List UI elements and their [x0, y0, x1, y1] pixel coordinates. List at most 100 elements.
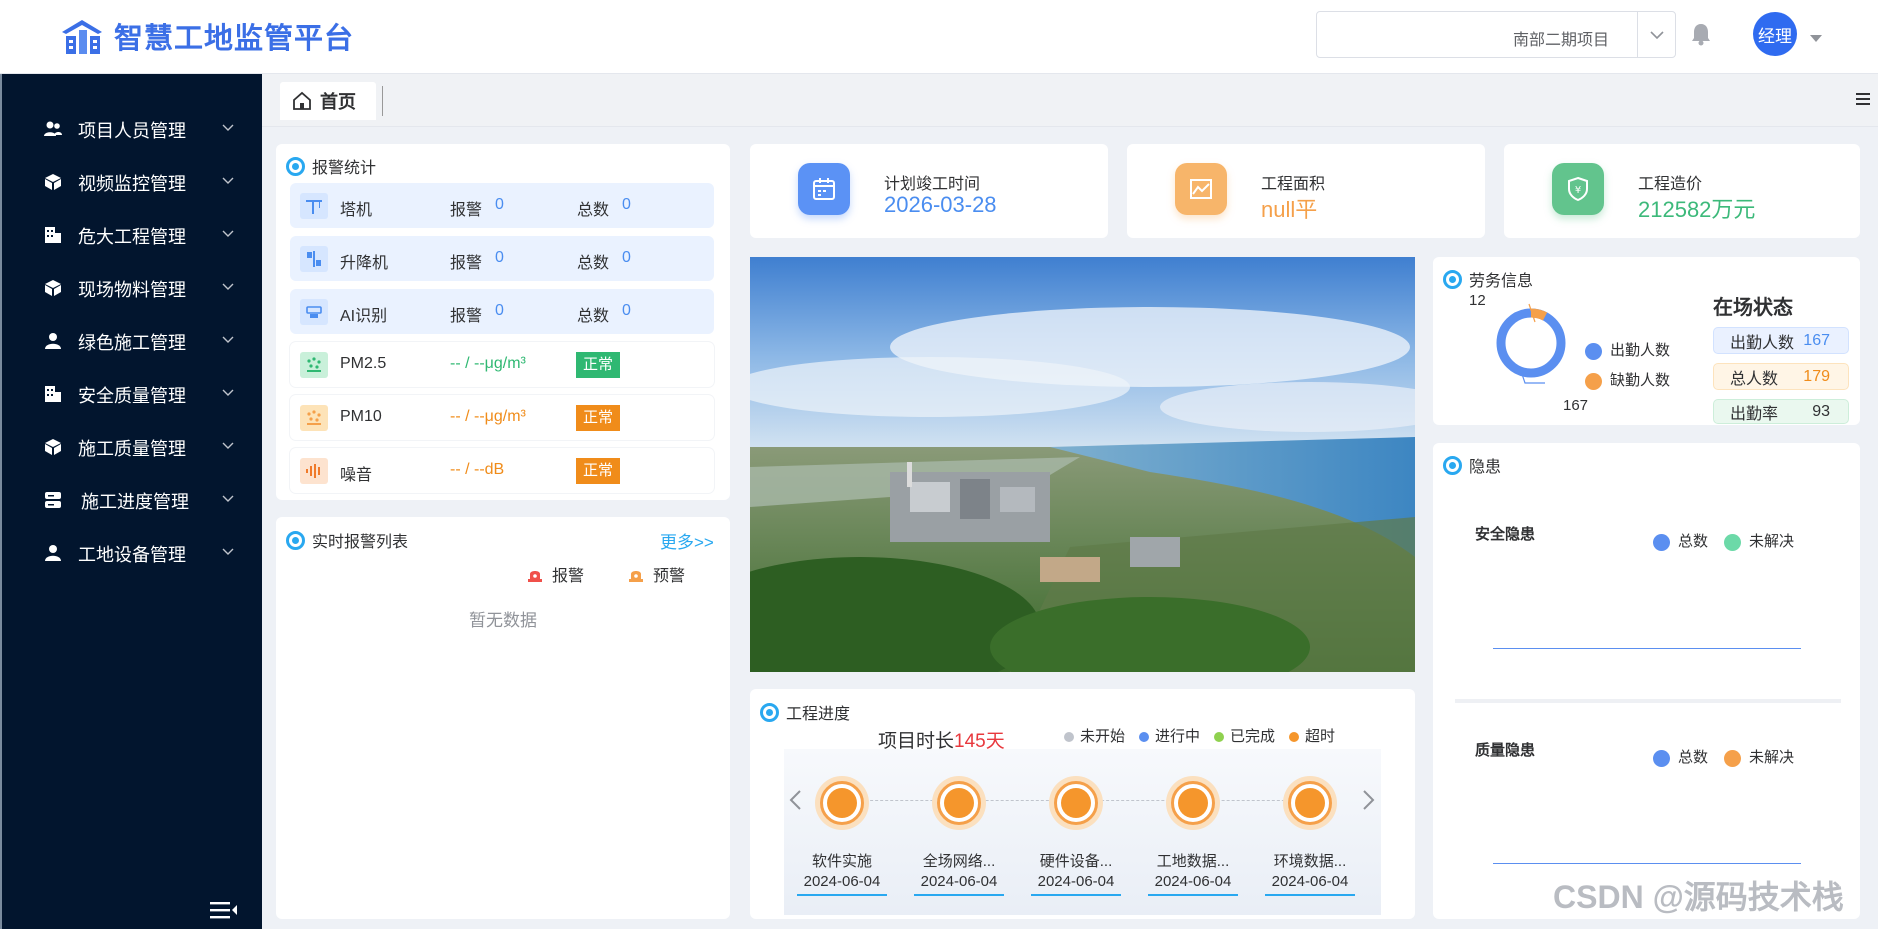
home-icon [293, 91, 311, 110]
legend-alarm: 报警 [526, 562, 584, 586]
total-count: 0 [622, 196, 631, 213]
calendar-icon [798, 163, 850, 215]
sidebar-item-label: 施工质量管理 [78, 438, 186, 459]
step-name: 工地数据... [1156, 853, 1230, 870]
building-icon [45, 227, 61, 243]
total-count-pill: 总人数 179 [1713, 363, 1849, 390]
legend-warning-label: 预警 [653, 568, 686, 585]
sidebar-item-personnel[interactable]: 项目人员管理 [2, 103, 264, 156]
collapse-menu-icon[interactable] [210, 900, 238, 925]
top-bar: 智慧工地监管平台 南部二期项目 经理 [0, 0, 1878, 74]
alarm-count: 0 [495, 302, 504, 319]
present-value: 167 [1803, 331, 1830, 349]
env-row-pm25[interactable]: PM2.5 -- / --μg/m³ 正常 [290, 342, 714, 387]
stat-card-completion: 计划竣工时间 2026-03-28 [750, 144, 1108, 238]
sidebar-item-label: 现场物料管理 [78, 279, 186, 300]
legend-completed: 已完成 [1230, 728, 1276, 745]
step-name: 软件实施 [811, 853, 872, 870]
step-date: 2024-06-04 [1031, 872, 1121, 896]
alarm-list-title: 实时报警列表 [312, 534, 409, 551]
progress-step[interactable]: 工地数据... 2024-06-04 [1148, 776, 1238, 896]
step-name: 硬件设备... [1039, 853, 1113, 870]
status-badge: 正常 [576, 352, 621, 378]
legend-overdue: 超时 [1305, 728, 1336, 745]
tab-home[interactable]: 首页 [280, 82, 376, 120]
sidebar-item-safety[interactable]: 安全质量管理 [2, 368, 264, 421]
server-icon [45, 492, 61, 508]
shield-yen-icon: ¥ [1552, 163, 1604, 215]
sidebar-item-equipment[interactable]: 工地设备管理 [2, 527, 264, 580]
step-overdue-icon [1049, 776, 1103, 830]
stat-card-area: 工程面积 null平 [1127, 144, 1485, 238]
sidebar-item-hazardous[interactable]: 危大工程管理 [2, 209, 264, 262]
chevron-down-icon [222, 495, 234, 502]
alarm-row-ai[interactable]: AI识别 报警 0 总数 0 [290, 289, 714, 334]
status-badge: 正常 [576, 458, 621, 484]
sidebar-item-label: 绿色施工管理 [78, 332, 186, 353]
sidebar-item-label: 视频监控管理 [78, 173, 186, 194]
project-select[interactable]: 南部二期项目 [1316, 11, 1676, 58]
pm10-icon [300, 405, 328, 431]
chevron-down-icon[interactable] [1637, 12, 1675, 57]
total-label: 总人数 [1730, 370, 1779, 388]
progress-step[interactable]: 硬件设备... 2024-06-04 [1031, 776, 1121, 896]
step-date: 2024-06-04 [1148, 872, 1238, 896]
bell-icon[interactable] [1690, 22, 1712, 51]
camera-icon [300, 299, 328, 325]
device-name: 升降机 [340, 255, 389, 272]
alarm-stats-header: 报警统计 [286, 154, 376, 178]
status-badge: 正常 [576, 405, 621, 431]
site-aerial-photo [750, 257, 1415, 672]
caret-down-icon[interactable] [1810, 30, 1822, 48]
watermark: CSDN @源码技术栈 [1553, 879, 1844, 915]
sidebar-item-video[interactable]: 视频监控管理 [2, 156, 264, 209]
env-row-pm10[interactable]: PM10 -- / --μg/m³ 正常 [290, 395, 714, 440]
stat-label: 工程造价 [1638, 176, 1703, 193]
legend-total-label: 总数 [1678, 533, 1709, 550]
env-value: -- / --dB [450, 461, 505, 478]
safety-chart-axis [1493, 648, 1801, 649]
safety-hazard-title: 安全隐患 [1475, 526, 1536, 543]
env-row-noise[interactable]: 噪音 -- / --dB 正常 [290, 448, 714, 493]
step-overdue-icon [815, 776, 869, 830]
rate-label: 出勤率 [1730, 405, 1779, 423]
progress-step[interactable]: 环境数据... 2024-06-04 [1265, 776, 1355, 896]
sidebar-item-materials[interactable]: 现场物料管理 [2, 262, 264, 315]
alarm-row-tower-crane[interactable]: 塔机 报警 0 总数 0 [290, 183, 714, 228]
sidebar: 项目人员管理 视频监控管理 危大工程管理 现场物料管理 绿色施工管理 安全质量管… [0, 74, 262, 929]
siren-icon [528, 571, 542, 582]
chevron-down-icon [222, 230, 234, 237]
target-icon [1443, 455, 1462, 475]
attendance-donut [1496, 303, 1566, 384]
stat-label: 计划竣工时间 [884, 176, 981, 193]
sidebar-item-schedule[interactable]: 施工进度管理 [2, 474, 264, 527]
sidebar-item-label: 施工进度管理 [81, 491, 189, 512]
progress-step[interactable]: 软件实施 2024-06-04 [797, 776, 887, 896]
alarm-row-elevator[interactable]: 升降机 报警 0 总数 0 [290, 236, 714, 281]
sidebar-item-quality[interactable]: 施工质量管理 [2, 421, 264, 474]
present-count-pill: 出勤人数 167 [1713, 327, 1849, 354]
logo-icon [62, 20, 102, 54]
sidebar-item-label: 项目人员管理 [78, 120, 186, 141]
target-icon [286, 530, 305, 550]
donut-present [1496, 308, 1566, 378]
present-label: 出勤人数 [1730, 334, 1795, 352]
progress-step[interactable]: 全场网络... 2024-06-04 [914, 776, 1004, 896]
donut-label-present: 167 [1563, 397, 1589, 414]
area-chart-icon [1175, 163, 1227, 215]
avatar[interactable]: 经理 [1753, 12, 1797, 56]
building-icon [45, 386, 61, 402]
cube-icon [45, 174, 61, 190]
rate-pill: 出勤率 93 [1713, 399, 1849, 424]
alarm-label: 报警 [450, 255, 483, 272]
legend-warning: 预警 [627, 562, 685, 586]
tab-divider [382, 86, 383, 116]
target-icon [286, 156, 305, 176]
more-link[interactable]: 更多>> [660, 528, 714, 553]
stat-label: 工程面积 [1261, 176, 1326, 193]
app-logo: 智慧工地监管平台 [60, 14, 354, 58]
sidebar-item-green[interactable]: 绿色施工管理 [2, 315, 264, 368]
menu-icon[interactable] [1856, 92, 1870, 111]
chevron-right-icon[interactable] [1362, 789, 1376, 816]
tab-home-label: 首页 [320, 92, 356, 112]
